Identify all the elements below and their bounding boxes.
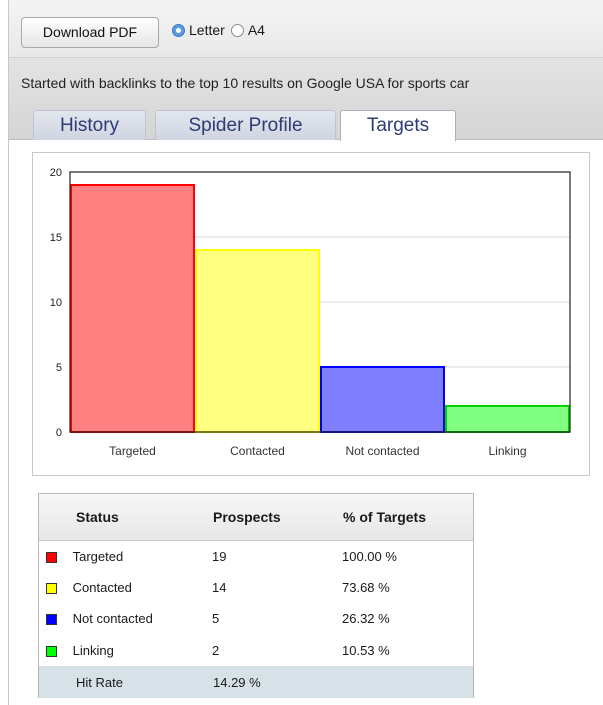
status-color-swatch: [46, 645, 57, 657]
tab-history[interactable]: History: [33, 110, 146, 140]
prospects-value: 2: [212, 642, 220, 658]
percent-value: 100.00 %: [342, 548, 397, 564]
a4-radio-label[interactable]: A4: [248, 22, 265, 38]
letter-radio[interactable]: [172, 23, 185, 37]
hit-rate-label: Hit Rate: [76, 674, 123, 690]
table-row: Not contacted 5 26.32 %: [39, 603, 473, 635]
status-label: Not contacted: [72, 611, 153, 627]
status-color-swatch: [46, 582, 57, 594]
targets-chart-panel: 0 5 10 15 20 Targeted Contacted Not contacted Li…: [32, 152, 590, 476]
y-tick-label: 0: [56, 427, 62, 439]
status-label: Linking: [72, 642, 114, 658]
percent-value: 73.68 %: [342, 579, 390, 595]
percent-value: 26.32 %: [342, 611, 390, 627]
bar-contacted: [195, 249, 320, 433]
x-tick-label: Not contacted: [345, 444, 419, 458]
x-tick-label: Contacted: [230, 444, 285, 458]
header-band: Started with backlinks to the top 10 res…: [8, 58, 603, 141]
y-tick-label: 10: [50, 297, 62, 309]
started-description: Started with backlinks to the top 10 res…: [21, 75, 470, 91]
y-tick-label: 5: [56, 362, 62, 374]
hit-rate-row: Hit Rate 14.29 %: [39, 666, 473, 698]
prospects-value: 5: [212, 611, 220, 627]
x-tick-label: Linking: [488, 444, 526, 458]
prospects-value: 14: [212, 579, 227, 595]
bar-targeted: [70, 184, 195, 433]
targets-summary-table: Status Prospects % of Targets Targeted 1…: [38, 493, 474, 698]
table-row: Linking 2 10.53 %: [39, 635, 473, 667]
x-tick-label: Targeted: [109, 444, 156, 458]
bar-not-contacted: [320, 366, 445, 433]
y-tick-label: 15: [50, 232, 62, 244]
percent-value: 10.53 %: [342, 642, 390, 658]
table-row: Targeted 19 100.00 %: [39, 540, 473, 572]
prospects-value: 19: [212, 548, 227, 564]
letter-radio-label[interactable]: Letter: [189, 22, 225, 38]
tab-targets[interactable]: Targets: [340, 110, 456, 141]
status-color-swatch: [46, 614, 57, 626]
download-pdf-button[interactable]: Download PDF: [21, 17, 159, 48]
status-label: Contacted: [72, 579, 132, 595]
column-header-status: Status: [39, 494, 212, 541]
a4-radio[interactable]: [230, 23, 244, 37]
column-header-percent: % of Targets: [342, 494, 473, 541]
y-tick-label: 20: [50, 167, 62, 179]
bar-linking: [445, 405, 570, 433]
tab-spider-profile[interactable]: Spider Profile: [155, 110, 336, 140]
status-label: Targeted: [72, 548, 124, 564]
status-color-swatch: [46, 551, 57, 563]
content-left-border: [8, 140, 9, 705]
toolbar: Download PDF Letter A4: [8, 0, 603, 58]
table-header-row: Status Prospects % of Targets: [39, 494, 473, 541]
targets-bar-chart: 0 5 10 15 20 Targeted Contacted Not contacted Li…: [50, 167, 571, 458]
column-header-prospects: Prospects: [212, 494, 342, 541]
paper-size-radio-group: Letter A4: [172, 22, 271, 38]
hit-rate-value: 14.29 %: [213, 674, 261, 690]
table-row: Contacted 14 73.68 %: [39, 572, 473, 604]
